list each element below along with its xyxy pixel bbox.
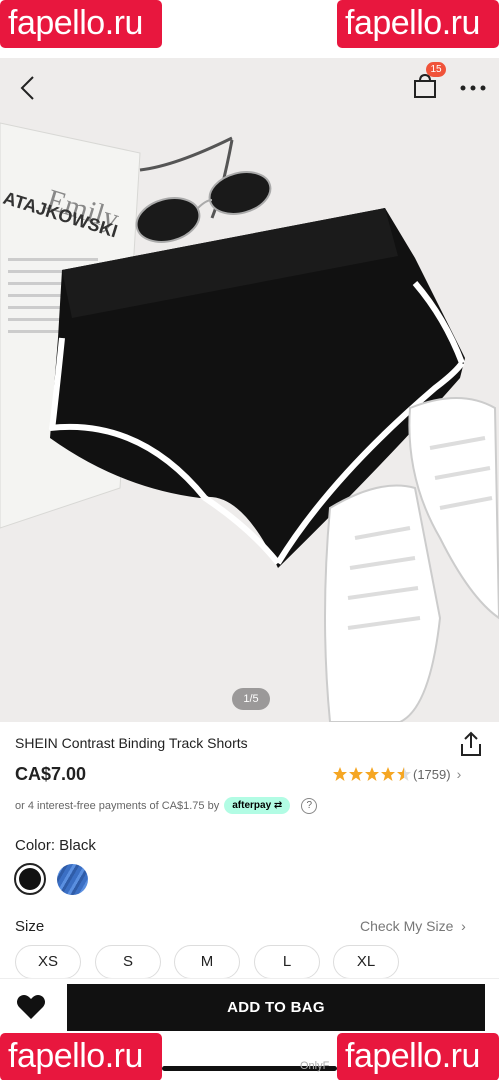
- share-icon: [461, 731, 481, 756]
- star-icon: [349, 767, 363, 781]
- bag-count-badge: 15: [426, 62, 446, 77]
- rating-count: (1759): [413, 766, 451, 782]
- overlay-text: OnlyF: [300, 1060, 330, 1072]
- size-option-s[interactable]: S: [95, 945, 161, 979]
- add-to-bag-button[interactable]: ADD TO BAG: [67, 984, 485, 1031]
- size-option-xl[interactable]: XL: [333, 945, 399, 979]
- color-label: Color: Black: [15, 837, 96, 854]
- check-my-size-label: Check My Size: [360, 918, 454, 934]
- product-photo-illustration: Emily ATAJKOWSKI: [0, 122, 499, 722]
- product-image[interactable]: Emily ATAJKOWSKI: [0, 58, 499, 722]
- share-button[interactable]: [457, 730, 485, 758]
- size-option-l[interactable]: L: [254, 945, 320, 979]
- check-my-size-link[interactable]: Check My Size ›: [360, 918, 466, 934]
- star-icon: [381, 767, 395, 781]
- chevron-right-icon: ›: [456, 766, 462, 782]
- star-icon: [333, 767, 347, 781]
- color-swatch-blue[interactable]: [57, 864, 88, 895]
- chevron-right-icon: ›: [461, 918, 466, 934]
- afterpay-badge[interactable]: afterpay ⇄: [224, 797, 291, 814]
- rating-stars: [332, 766, 412, 782]
- heart-icon: [17, 995, 45, 1019]
- product-title: SHEIN Contrast Binding Track Shorts: [15, 735, 248, 751]
- star-icon: [365, 767, 379, 781]
- help-icon[interactable]: ?: [301, 797, 318, 814]
- color-swatch-black[interactable]: [14, 863, 46, 895]
- back-button[interactable]: [10, 70, 46, 106]
- chevron-left-icon: [20, 76, 34, 100]
- watermark-top-right: fapello.ru: [337, 0, 499, 48]
- gallery-pager: 1/5: [232, 688, 270, 710]
- more-button[interactable]: [454, 70, 492, 106]
- rating-link[interactable]: (1759) ›: [332, 766, 461, 782]
- installment-info: or 4 interest-free payments of CA$1.75 b…: [15, 797, 318, 814]
- bag-button[interactable]: 15: [406, 62, 446, 106]
- size-option-m[interactable]: M: [174, 945, 240, 979]
- watermark-top-left: fapello.ru: [0, 0, 162, 48]
- size-option-xs[interactable]: XS: [15, 945, 81, 979]
- installment-text: or 4 interest-free payments of CA$1.75 b…: [15, 799, 220, 812]
- star-icon: [397, 767, 411, 781]
- more-icon: [460, 85, 486, 91]
- afterpay-label: afterpay: [232, 800, 272, 811]
- watermark-bottom-right: fapello.ru: [337, 1033, 499, 1080]
- watermark-bottom-left: fapello.ru: [0, 1033, 162, 1080]
- product-price: CA$7.00: [15, 764, 87, 784]
- size-label: Size: [15, 918, 45, 935]
- wishlist-button[interactable]: [14, 990, 48, 1024]
